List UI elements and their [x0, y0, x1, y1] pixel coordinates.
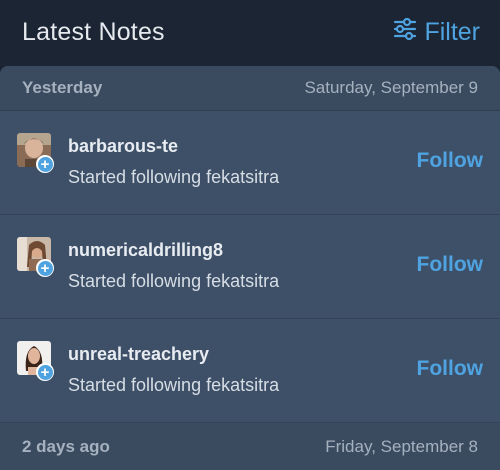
follow-badge: + — [36, 155, 54, 173]
note-text: Started following fekatsitra — [68, 271, 280, 291]
avatar-wrap[interactable]: + — [17, 237, 54, 277]
plus-icon: + — [37, 156, 53, 172]
notes-panel: Yesterday Saturday, September 9 + barbar… — [0, 66, 500, 470]
day-header: 2 days ago Friday, September 8 — [0, 423, 500, 470]
day-header: Yesterday Saturday, September 9 — [0, 66, 500, 111]
sliders-icon — [392, 16, 424, 49]
follow-button[interactable]: Follow — [417, 253, 484, 277]
page-title: Latest Notes — [22, 18, 165, 46]
note-item: + barbarous-te Started following fekatsi… — [0, 111, 500, 215]
follow-badge: + — [36, 259, 54, 277]
day-relative-label: Yesterday — [22, 78, 103, 97]
note-username[interactable]: barbarous-te — [68, 136, 178, 157]
top-bar: Latest Notes Filter — [0, 0, 500, 66]
note-username[interactable]: numericaldrilling8 — [68, 240, 223, 261]
avatar-wrap[interactable]: + — [17, 133, 54, 173]
filter-button[interactable]: Filter — [392, 16, 480, 49]
plus-icon: + — [37, 260, 53, 276]
note-text: Started following fekatsitra — [68, 375, 280, 395]
note-text: Started following fekatsitra — [68, 167, 280, 187]
note-username[interactable]: unreal-treachery — [68, 344, 209, 365]
plus-icon: + — [37, 364, 53, 380]
day-relative-label: 2 days ago — [22, 437, 110, 456]
follow-button[interactable]: Follow — [417, 357, 484, 381]
day-date-label: Saturday, September 9 — [304, 78, 478, 97]
note-item: + numericaldrilling8 Started following f… — [0, 215, 500, 319]
follow-button[interactable]: Follow — [417, 149, 484, 173]
note-item: + unreal-treachery Started following fek… — [0, 319, 500, 423]
day-date-label: Friday, September 8 — [325, 437, 478, 456]
follow-badge: + — [36, 363, 54, 381]
avatar-wrap[interactable]: + — [17, 341, 54, 381]
filter-label: Filter — [424, 18, 480, 46]
